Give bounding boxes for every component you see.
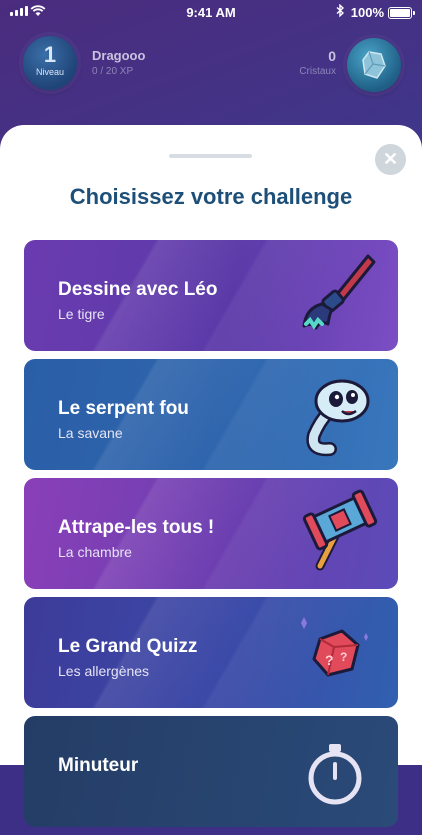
challenge-subtitle: Les allergènes [58,663,150,679]
sheet-drag-handle[interactable] [169,154,252,158]
challenge-title: Le Grand Quizz [58,636,198,657]
challenge-sheet: ✕ Choisissez votre challenge Dessine ave… [0,125,422,827]
level-number: 1 [43,42,57,67]
challenge-subtitle: La chambre [58,544,132,560]
challenge-card-dessine[interactable]: Dessine avec Léo Le tigre [24,240,398,351]
player-name: Dragooo [92,48,146,63]
challenge-subtitle: Le tigre [58,306,105,322]
challenge-card-quizz[interactable]: Le Grand Quizz Les allergènes ? ? [24,597,398,708]
crystals-label: Cristaux [299,66,336,77]
battery-percent: 100% [350,5,384,20]
crystals-count: 0 [328,48,336,64]
crystal-icon [362,51,386,79]
challenge-card-serpent[interactable]: Le serpent fou La savane [24,359,398,470]
bluetooth-icon [336,3,345,20]
player-info: Dragooo 0 / 20 XP [92,48,145,77]
challenge-title: Dessine avec Léo [58,279,218,300]
challenge-card-attrape[interactable]: Attrape-les tous ! La chambre [24,478,398,589]
paintbrush-icon [302,254,376,330]
challenge-title: Le serpent fou [58,398,189,419]
level-label: Niveau [35,67,64,77]
challenge-title: Attrape-les tous ! [58,517,215,538]
challenge-title: Minuteur [58,755,139,776]
challenge-subtitle: La savane [58,425,123,441]
crystal-badge[interactable] [347,38,401,92]
challenge-list: Dessine avec Léo Le tigre Le serpent fou… [24,240,398,835]
player-xp: 0 / 20 XP [92,66,134,77]
battery-icon [388,7,415,19]
close-icon: ✕ [382,149,399,169]
hammer-icon [302,489,378,571]
sheet-title: Choisissez votre challenge [69,184,353,209]
svg-text:?: ? [325,652,334,668]
challenge-card-minuteur[interactable]: Minuteur [24,716,398,827]
gem-question-icon: ? ? [301,617,368,677]
svg-text:?: ? [340,650,347,664]
snake-icon [306,379,370,457]
close-button[interactable]: ✕ [375,144,406,175]
status-bar: 9:41 AM 100% [0,0,422,24]
level-badge[interactable]: 1 Niveau [23,36,77,90]
stopwatch-icon [308,744,362,805]
crystals-info: 0 Cristaux [299,48,336,77]
